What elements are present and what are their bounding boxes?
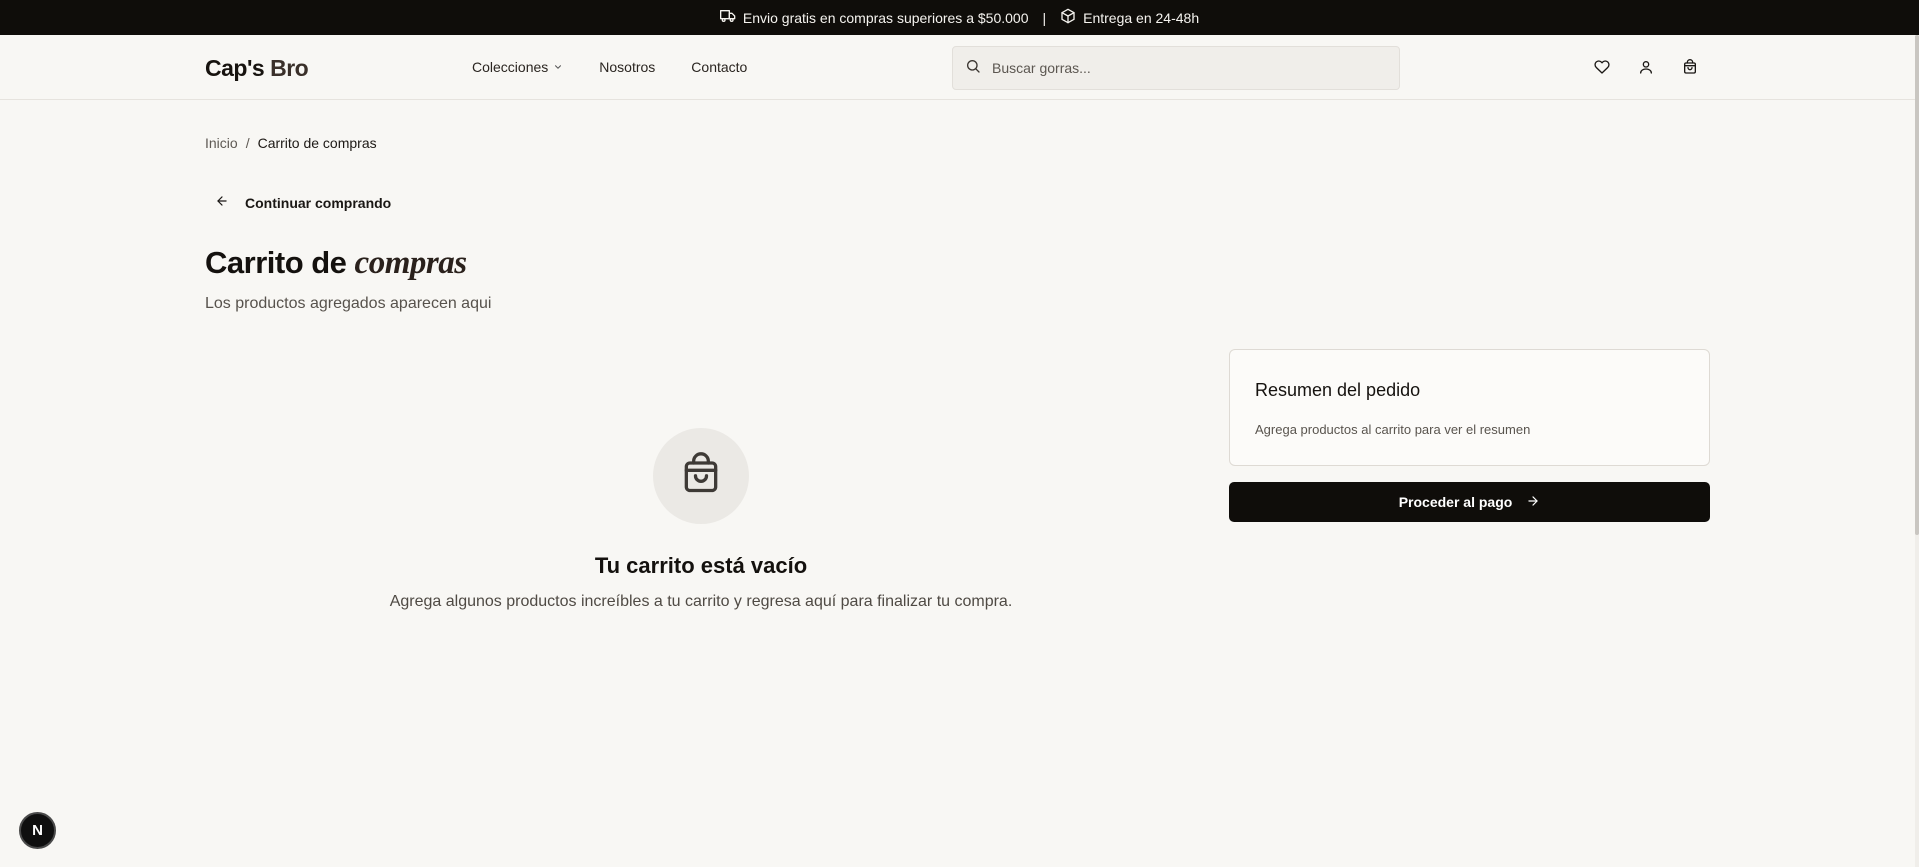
nav-contact-label: Contacto	[691, 59, 748, 75]
empty-cart-title: Tu carrito está vacío	[594, 553, 808, 578]
shopping-bag-icon[interactable]	[1682, 59, 1698, 75]
logo[interactable]: Cap's Bro	[205, 55, 309, 82]
logo-accent: Bro	[270, 55, 309, 81]
empty-cart-illustration	[653, 428, 749, 524]
site-header: Cap's Bro Colecciones Nosotros Contacto	[0, 35, 1915, 100]
page-title: Carrito de compras	[205, 245, 467, 282]
order-summary-text: Agrega productos al carrito para ver el …	[1255, 422, 1531, 437]
dev-tools-badge[interactable]: N	[19, 812, 56, 849]
continue-shopping-label: Continuar comprando	[245, 194, 392, 211]
shipping-text: Envio gratis en compras superiores a $50…	[742, 9, 1029, 26]
nav-about[interactable]: Nosotros	[599, 59, 655, 75]
delivery-notice: Entrega en 24-48h	[1060, 8, 1199, 27]
delivery-text: Entrega en 24-48h	[1083, 9, 1200, 26]
checkout-button[interactable]: Proceder al pago	[1229, 482, 1710, 522]
empty-cart-text: Agrega algunos productos increíbles a tu…	[389, 593, 1013, 610]
nav-contact[interactable]: Contacto	[691, 59, 747, 75]
nav-collections[interactable]: Colecciones	[472, 59, 563, 75]
arrow-left-icon	[215, 194, 229, 211]
continue-shopping-link[interactable]: Continuar comprando	[215, 194, 391, 211]
shopping-bag-icon	[679, 451, 723, 501]
shipping-notice: Envio gratis en compras superiores a $50…	[719, 8, 1029, 27]
chevron-down-icon	[553, 59, 563, 75]
header-actions	[1594, 59, 1698, 75]
main-nav: Colecciones Nosotros Contacto	[472, 59, 747, 75]
user-icon[interactable]	[1638, 59, 1654, 75]
logo-main: Cap's	[205, 55, 265, 81]
scrollbar-thumb[interactable]	[1915, 35, 1919, 535]
checkout-label: Proceder al pago	[1398, 494, 1513, 510]
truck-icon	[719, 8, 736, 27]
breadcrumb-separator: /	[245, 135, 250, 151]
topbar-separator: |	[1042, 9, 1047, 26]
heart-icon[interactable]	[1594, 59, 1610, 75]
breadcrumb-home[interactable]: Inicio	[205, 135, 238, 151]
search-icon	[965, 58, 981, 79]
page-subtitle: Los productos agregados aparecen aqui	[205, 295, 492, 312]
package-icon	[1060, 8, 1076, 27]
search-box	[952, 46, 1400, 90]
announcement-bar: Envio gratis en compras superiores a $50…	[0, 0, 1919, 35]
order-summary-card: Resumen del pedido Agrega productos al c…	[1229, 349, 1710, 466]
breadcrumb-current: Carrito de compras	[257, 135, 377, 151]
page-title-accent: compras	[354, 245, 468, 281]
arrow-right-icon	[1526, 494, 1540, 511]
page-title-main: Carrito de	[205, 245, 347, 280]
nav-collections-label: Colecciones	[472, 59, 549, 75]
nav-about-label: Nosotros	[599, 59, 656, 75]
order-summary-title: Resumen del pedido	[1255, 380, 1421, 400]
breadcrumb: Inicio / Carrito de compras	[205, 135, 377, 151]
search-input[interactable]	[992, 60, 1372, 76]
page-scrollbar[interactable]	[1915, 35, 1919, 867]
